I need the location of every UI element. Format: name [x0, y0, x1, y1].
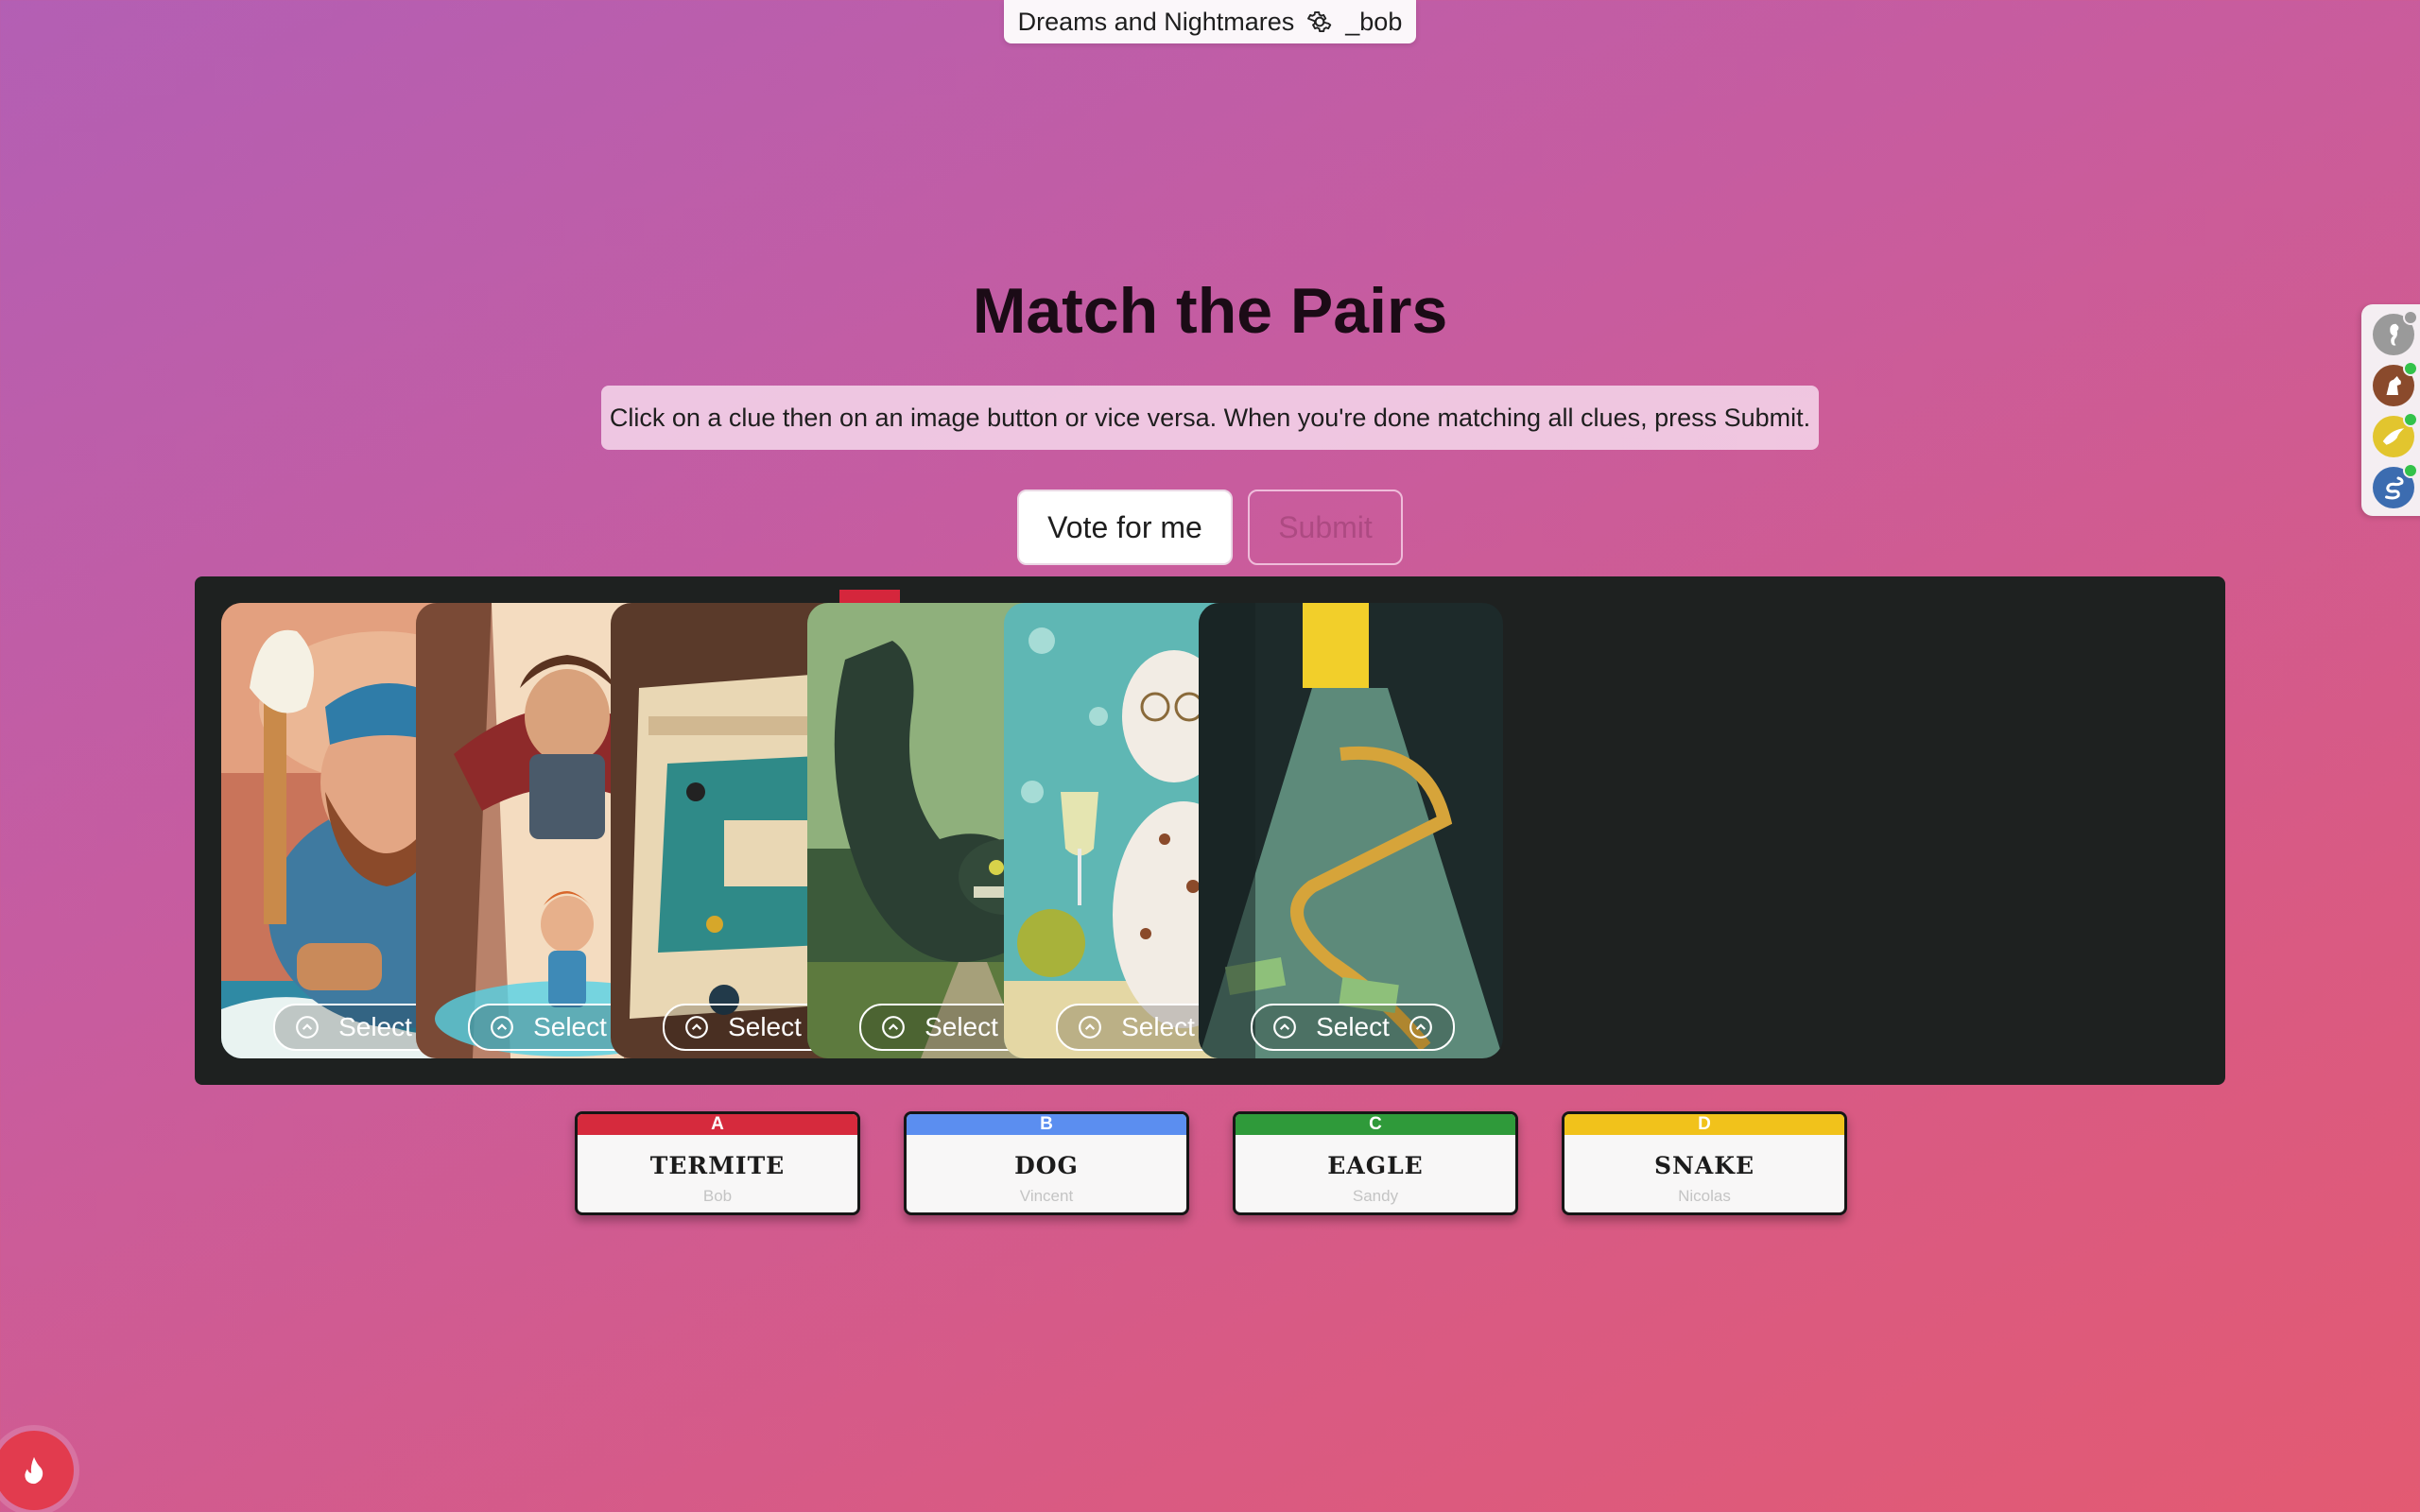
dog-icon — [2386, 376, 2401, 395]
clue-word: TERMITE — [649, 1152, 786, 1179]
player-avatar-snake[interactable] — [2373, 463, 2418, 508]
game-title-bar: Dreams and Nightmares _bob — [1004, 0, 1416, 43]
select-label: Select — [533, 1012, 607, 1041]
seahorse-icon — [2390, 323, 2399, 346]
select-label: Select — [925, 1012, 998, 1041]
username: _bob — [1345, 7, 1403, 36]
chevron-up-circle-icon — [1273, 1016, 1296, 1039]
instructions-banner: Click on a clue then on an image button … — [601, 386, 1819, 450]
card-6-image — [1199, 603, 1503, 1058]
status-dot — [2403, 412, 2418, 427]
image-card-6[interactable]: Select — [1199, 603, 1503, 1058]
select-label: Select — [1121, 1012, 1195, 1041]
player-avatar-dog[interactable] — [2373, 361, 2418, 406]
clue-letter: A — [578, 1114, 857, 1135]
clue-card-c[interactable]: C EAGLE Sandy — [1233, 1111, 1518, 1215]
clue-letter: D — [1564, 1114, 1844, 1135]
status-dot — [2403, 361, 2418, 376]
select-button[interactable]: Select — [1251, 1004, 1455, 1051]
clue-author: Bob — [702, 1187, 733, 1205]
clue-letter: C — [1236, 1114, 1515, 1135]
select-label: Select — [338, 1012, 412, 1041]
clue-author: Sandy — [1352, 1187, 1399, 1205]
clue-author: Vincent — [1019, 1187, 1074, 1205]
clue-word: DOG — [1014, 1152, 1079, 1179]
chevron-up-circle-icon — [296, 1016, 319, 1039]
chevron-up-circle-icon — [685, 1016, 708, 1039]
flame-button[interactable] — [0, 1431, 74, 1510]
page-title: Match the Pairs — [972, 275, 1448, 347]
clue-card-a[interactable]: A TERMITE Bob — [575, 1111, 860, 1215]
game-name: Dreams and Nightmares — [1017, 7, 1295, 36]
players-sidebar — [2361, 304, 2420, 516]
select-label: Select — [1316, 1012, 1390, 1041]
flame-icon — [25, 1456, 43, 1485]
status-dot — [2403, 463, 2418, 478]
card-board: Select Select Select Select Select Selec… — [195, 576, 2225, 1085]
chevron-up-circle-icon — [491, 1016, 513, 1039]
player-avatar-eagle[interactable] — [2373, 412, 2418, 457]
chevron-up-circle-icon — [1409, 1016, 1432, 1039]
chevron-up-circle-icon — [882, 1016, 905, 1039]
clue-card-d[interactable]: D SNAKE Nicolas — [1562, 1111, 1847, 1215]
status-dot — [2403, 310, 2418, 325]
eagle-icon — [2382, 428, 2405, 445]
select-label: Select — [728, 1012, 802, 1041]
clue-word: SNAKE — [1653, 1152, 1755, 1179]
clue-author: Nicolas — [1678, 1187, 1731, 1205]
vote-for-me-button[interactable]: Vote for me — [1017, 490, 1233, 565]
gear-icon[interactable] — [1305, 8, 1334, 36]
submit-button[interactable]: Submit — [1248, 490, 1403, 565]
clue-card-b[interactable]: B DOG Vincent — [904, 1111, 1189, 1215]
player-avatar-seahorse[interactable] — [2373, 310, 2418, 355]
clue-letter: B — [907, 1114, 1186, 1135]
clue-word: EAGLE — [1327, 1152, 1424, 1179]
chevron-up-circle-icon — [1079, 1016, 1101, 1039]
snake-icon — [2385, 476, 2404, 500]
